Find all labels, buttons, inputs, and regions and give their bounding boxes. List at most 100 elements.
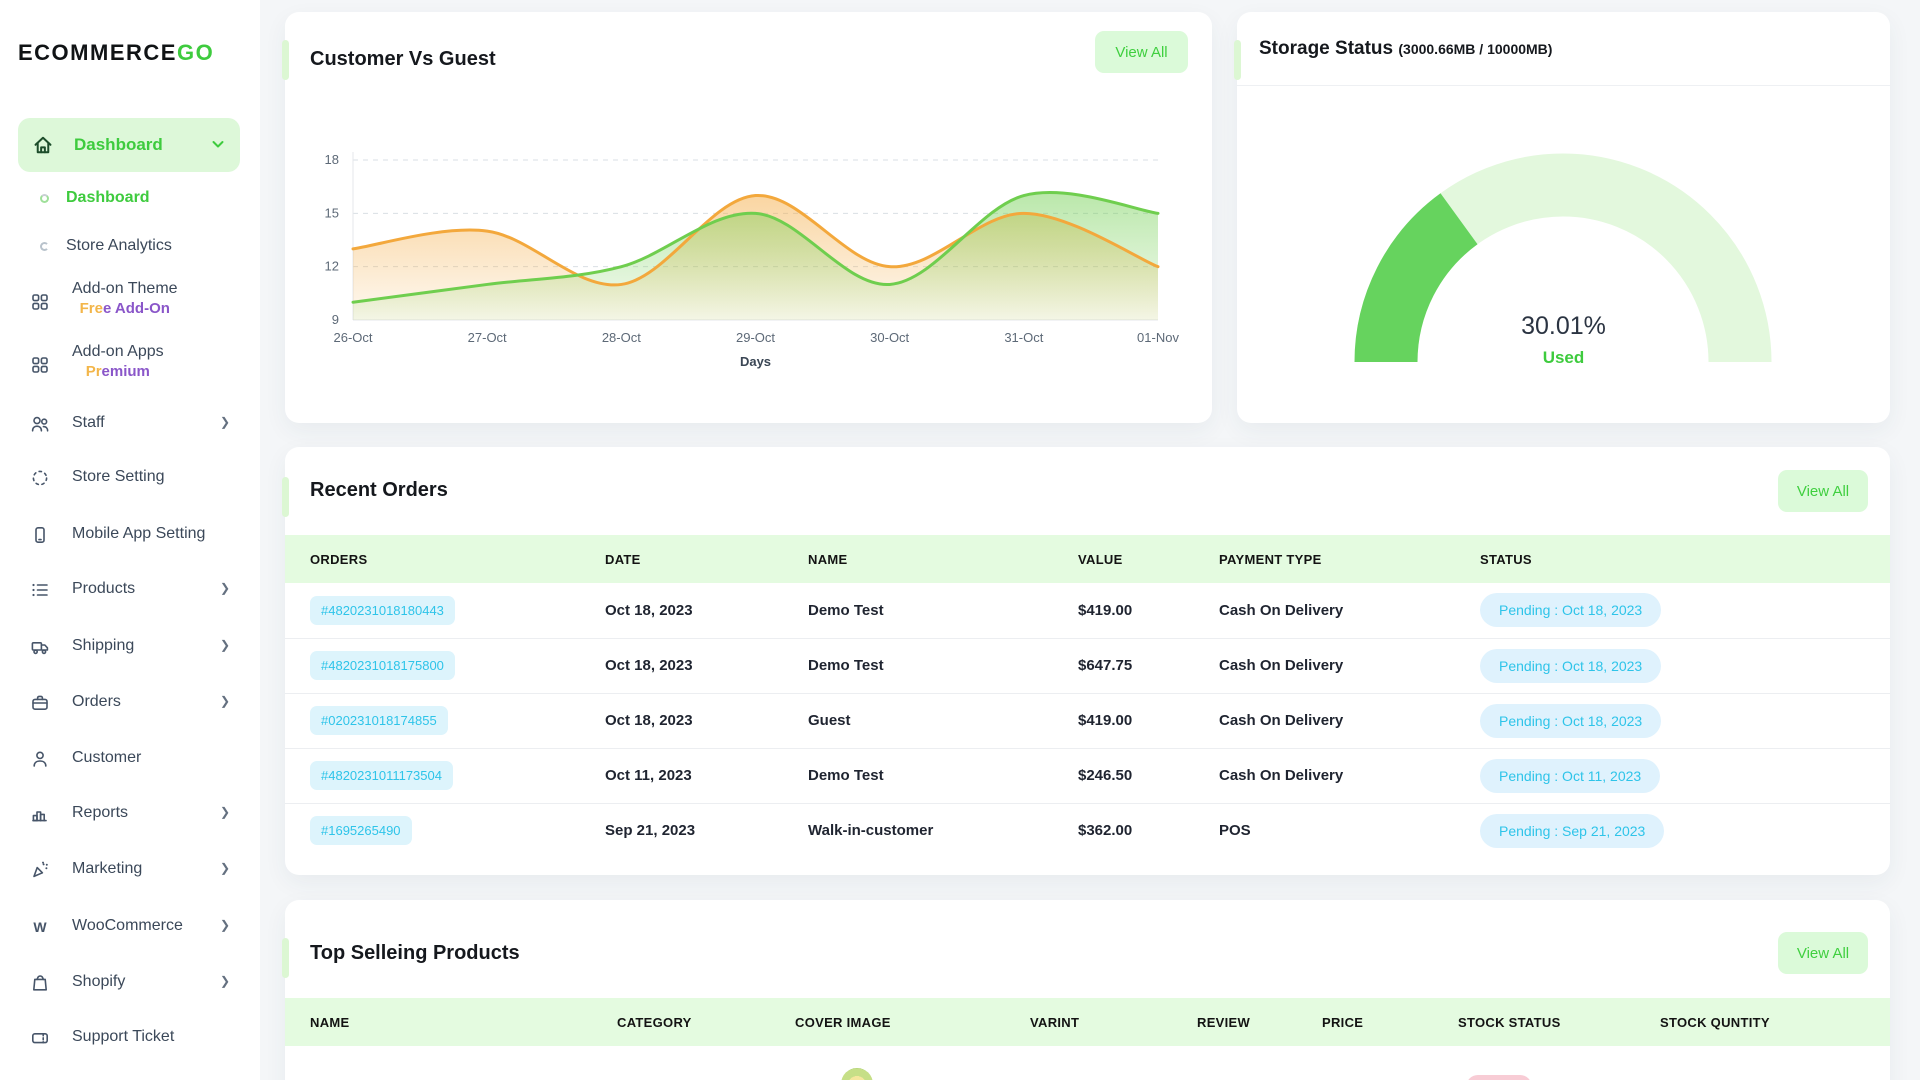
- sidebar-item-shipping[interactable]: Shipping ❯: [0, 625, 260, 669]
- sidebar-item-support-ticket[interactable]: Support Ticket: [0, 1016, 260, 1060]
- sidebar-item-addon-theme[interactable]: Add-on Theme Free Add-On: [0, 276, 260, 330]
- order-name: Demo Test: [808, 638, 1078, 693]
- sidebar-item-orders[interactable]: Orders ❯: [0, 681, 260, 725]
- logo-text-accent: GO: [177, 40, 214, 65]
- col-cover-image: COVER IMAGE: [795, 998, 1030, 1046]
- sidebar-item-addon-apps[interactable]: Add-on Apps Premium: [0, 339, 260, 393]
- card-accent: [1234, 40, 1241, 80]
- svg-text:W: W: [33, 919, 47, 935]
- col-stock-status: STOCK STATUS: [1458, 998, 1660, 1046]
- sidebar-item-label: Dashboard: [74, 135, 163, 155]
- col-category: CATEGORY: [617, 998, 795, 1046]
- order-value: $362.00: [1078, 803, 1219, 858]
- sidebar-item-dashboard-group[interactable]: Dashboard: [18, 118, 240, 172]
- svg-text:01-Nov: 01-Nov: [1137, 330, 1179, 345]
- sidebar-item-label: Marketing: [72, 860, 142, 878]
- sidebar-item-dashboard[interactable]: Dashboard: [0, 185, 260, 213]
- sidebar-item-mobile-app-setting[interactable]: Mobile App Setting: [0, 513, 260, 557]
- sidebar-item-store-setting[interactable]: Store Setting: [0, 456, 260, 500]
- stock-status-badge: [1466, 1075, 1532, 1080]
- sidebar-item-reports[interactable]: Reports ❯: [0, 792, 260, 836]
- storage-usage-text: (3000.66MB / 10000MB): [1398, 41, 1552, 57]
- top-products-table: NAME CATEGORY COVER IMAGE VARINT REVIEW …: [285, 998, 1890, 1046]
- col-review: REVIEW: [1197, 998, 1322, 1046]
- sidebar: ECOMMERCEGO Dashboard Dashboard Store An…: [0, 0, 260, 1080]
- customer-vs-guest-chart[interactable]: 912151826-Oct27-Oct28-Oct29-Oct30-Oct31-…: [313, 130, 1193, 370]
- svg-text:15: 15: [325, 205, 339, 220]
- order-payment: Cash On Delivery: [1219, 748, 1480, 803]
- table-row: #4820231011173504 Oct 11, 2023 Demo Test…: [285, 748, 1890, 803]
- svg-text:30-Oct: 30-Oct: [870, 330, 909, 345]
- status-badge: Pending : Oct 11, 2023: [1480, 759, 1660, 793]
- col-value: VALUE: [1078, 535, 1219, 583]
- card-accent: [282, 40, 289, 80]
- sidebar-item-products[interactable]: Products ❯: [0, 568, 260, 612]
- chevron-right-icon: ❯: [220, 918, 230, 932]
- sidebar-item-label: Customer: [72, 749, 141, 767]
- grid-icon: [30, 355, 50, 375]
- order-id-link[interactable]: #020231018174855: [310, 706, 448, 735]
- loader-ring-icon: [40, 242, 49, 251]
- svg-text:27-Oct: 27-Oct: [468, 330, 507, 345]
- loader-ring-icon: [40, 194, 49, 203]
- order-payment: Cash On Delivery: [1219, 693, 1480, 748]
- svg-text:12: 12: [325, 259, 339, 274]
- truck-icon: [30, 637, 50, 657]
- order-id-link[interactable]: #1695265490: [310, 816, 412, 845]
- table-row: #020231018174855 Oct 18, 2023 Guest $419…: [285, 693, 1890, 748]
- order-date: Oct 18, 2023: [605, 693, 808, 748]
- order-value: $647.75: [1078, 638, 1219, 693]
- view-all-button[interactable]: View All: [1095, 31, 1188, 73]
- col-payment-type: PAYMENT TYPE: [1219, 535, 1480, 583]
- card-title: Customer Vs Guest: [310, 48, 496, 71]
- svg-text:28-Oct: 28-Oct: [602, 330, 641, 345]
- person-icon: [30, 749, 50, 769]
- col-stock-quantity: STOCK QUNTITY: [1660, 998, 1890, 1046]
- list-icon: [30, 580, 50, 600]
- chevron-right-icon: ❯: [220, 974, 230, 988]
- sidebar-item-staff[interactable]: Staff ❯: [0, 402, 260, 446]
- order-id-link[interactable]: #4820231018175800: [310, 651, 455, 680]
- shopify-bag-icon: [30, 973, 50, 993]
- order-name: Walk-in-customer: [808, 803, 1078, 858]
- sidebar-item-customer[interactable]: Customer: [0, 737, 260, 781]
- storage-status-card: Storage Status (3000.66MB / 10000MB) 30.…: [1237, 12, 1890, 423]
- order-id-link[interactable]: #4820231011173504: [310, 761, 453, 790]
- chevron-right-icon: ❯: [220, 638, 230, 652]
- view-all-button[interactable]: View All: [1778, 932, 1868, 974]
- sidebar-item-label: Mobile App Setting: [72, 525, 205, 543]
- card-title: Recent Orders: [310, 479, 448, 502]
- top-selling-products-card: Top Selleing Products View All NAME CATE…: [285, 900, 1890, 1080]
- table-row: #4820231018180443 Oct 18, 2023 Demo Test…: [285, 583, 1890, 638]
- table-row: #4820231018175800 Oct 18, 2023 Demo Test…: [285, 638, 1890, 693]
- sidebar-subitem-label: Store Analytics: [66, 237, 172, 255]
- col-varint: VARINT: [1030, 998, 1197, 1046]
- col-orders: ORDERS: [285, 535, 605, 583]
- svg-text:18: 18: [325, 152, 339, 167]
- bar-chart-icon: [30, 804, 50, 824]
- divider: [1237, 85, 1890, 86]
- order-value: $419.00: [1078, 583, 1219, 638]
- order-payment: Cash On Delivery: [1219, 638, 1480, 693]
- table-row: #1695265490 Sep 21, 2023 Walk-in-custome…: [285, 803, 1890, 858]
- svg-text:Days: Days: [740, 354, 771, 369]
- sidebar-subitem-label: Dashboard: [66, 189, 150, 207]
- sidebar-item-shopify[interactable]: Shopify ❯: [0, 961, 260, 1005]
- col-name: NAME: [285, 998, 617, 1046]
- view-all-button[interactable]: View All: [1778, 470, 1868, 512]
- col-price: PRICE: [1322, 998, 1458, 1046]
- sidebar-item-woocommerce[interactable]: W WooCommerce ❯: [0, 905, 260, 949]
- order-date: Oct 18, 2023: [605, 583, 808, 638]
- col-name: NAME: [808, 535, 1078, 583]
- logo-text-dark: ECOMMERCE: [18, 40, 177, 65]
- order-name: Demo Test: [808, 748, 1078, 803]
- app-logo[interactable]: ECOMMERCEGO: [18, 40, 214, 66]
- dotted-circle-icon: [30, 468, 50, 488]
- sidebar-item-marketing[interactable]: Marketing ❯: [0, 848, 260, 892]
- order-id-link[interactable]: #4820231018180443: [310, 596, 455, 625]
- mobile-icon: [30, 525, 50, 545]
- table-header: ORDERS DATE NAME VALUE PAYMENT TYPE STAT…: [285, 535, 1890, 583]
- order-date: Oct 18, 2023: [605, 638, 808, 693]
- sidebar-item-store-analytics[interactable]: Store Analytics: [0, 233, 260, 261]
- sidebar-item-label: Shopify: [72, 973, 125, 991]
